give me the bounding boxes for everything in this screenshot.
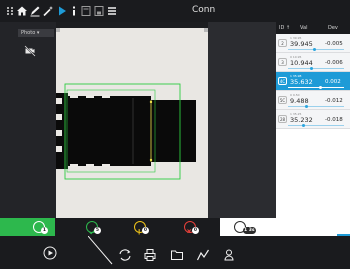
info-icon[interactable] (68, 5, 80, 17)
flip-icon[interactable] (118, 248, 132, 262)
fail-count: 0 (192, 227, 199, 234)
row-deviation: 0.002 (325, 79, 341, 85)
measurement-table: ID ↑ Val Dev 21 39.95 39.945 -0.005 3 0 10.9… (276, 22, 350, 237)
grip-icon[interactable] (4, 5, 16, 17)
row-value: 10.944 (290, 59, 313, 67)
file-icon[interactable] (80, 5, 92, 17)
user-icon[interactable] (222, 248, 236, 262)
row-deviation: -0.012 (325, 98, 343, 104)
row-deviation: -0.005 (325, 41, 343, 47)
tolerance-gauge (288, 67, 344, 70)
gauge-marker (310, 67, 314, 70)
status-bar: 1 5 0 0 1 3s (0, 218, 276, 236)
table-row[interactable]: 21 39.95 39.945 -0.005 (276, 34, 350, 53)
row-value: 35.232 (290, 116, 313, 124)
measurement-point (149, 100, 153, 104)
status-pass[interactable]: 5 (80, 218, 110, 236)
warning-count: 0 (142, 227, 149, 234)
pass-count: 5 (94, 227, 101, 234)
print-icon[interactable] (143, 248, 157, 262)
tolerance-gauge (288, 48, 344, 51)
home-icon[interactable] (16, 5, 28, 17)
row-value: 35.632 (290, 78, 313, 86)
gauge-marker (302, 124, 305, 127)
gauge-marker (318, 86, 322, 89)
camera-off-icon[interactable] (24, 42, 36, 57)
folder-icon[interactable] (170, 248, 184, 262)
status-warning[interactable]: 0 (128, 218, 158, 236)
nav-divider (88, 236, 113, 265)
tolerance-gauge (288, 86, 344, 89)
col-id-header[interactable]: ID ↑ (279, 25, 290, 31)
tolerance-gauge (288, 105, 344, 108)
chart-icon[interactable] (196, 248, 210, 262)
wand-icon[interactable] (42, 5, 54, 17)
table-row[interactable]: 5C 0 9.50 9.488 -0.012 (276, 91, 350, 110)
col-value-header[interactable]: Val (300, 25, 308, 31)
row-id: 28 (278, 115, 287, 123)
measurement-point (149, 158, 153, 162)
status-fail[interactable]: 0 (178, 218, 208, 236)
gauge-marker (313, 48, 317, 51)
play-icon[interactable] (56, 5, 68, 17)
row-deviation: -0.006 (325, 60, 343, 66)
tolerance-gauge (288, 124, 344, 127)
row-deviation: -0.018 (325, 117, 343, 123)
camera-mode-dropdown[interactable]: Photo ▾ (18, 29, 54, 37)
total-count: 1 (41, 227, 48, 234)
row-value: 39.945 (290, 40, 313, 48)
bottom-nav (0, 236, 350, 269)
table-row[interactable]: 30 10.95 10.944 -0.006 (276, 53, 350, 72)
row-value: 9.488 (290, 97, 309, 105)
save-icon[interactable] (93, 5, 105, 17)
table-row[interactable]: 4C 1 35.98 35.632 0.002 (276, 72, 350, 91)
status-camera[interactable]: 1 3s (220, 218, 276, 236)
row-id: 4C (278, 77, 287, 85)
status-total[interactable]: 1 (0, 218, 55, 236)
viewport-background (208, 22, 276, 218)
top-toolbar: Conn (0, 0, 350, 22)
table-header: ID ↑ Val Dev (276, 22, 350, 34)
col-dev-header[interactable]: Dev (328, 25, 338, 31)
pen-icon[interactable] (29, 5, 41, 17)
app-title: Conn (192, 5, 216, 15)
table-row[interactable]: 28 1 35.25 35.232 -0.018 (276, 110, 350, 129)
menu-icon[interactable] (106, 5, 118, 17)
camera-count: 1 3s (243, 227, 256, 234)
row-id: 5C (278, 96, 287, 104)
gauge-marker (304, 105, 308, 108)
part-cutout (56, 93, 196, 169)
row-id: 3 (278, 58, 287, 66)
row-id: 2 (278, 39, 287, 47)
camera-viewport[interactable] (56, 28, 208, 218)
play-circle-icon[interactable] (43, 246, 57, 260)
